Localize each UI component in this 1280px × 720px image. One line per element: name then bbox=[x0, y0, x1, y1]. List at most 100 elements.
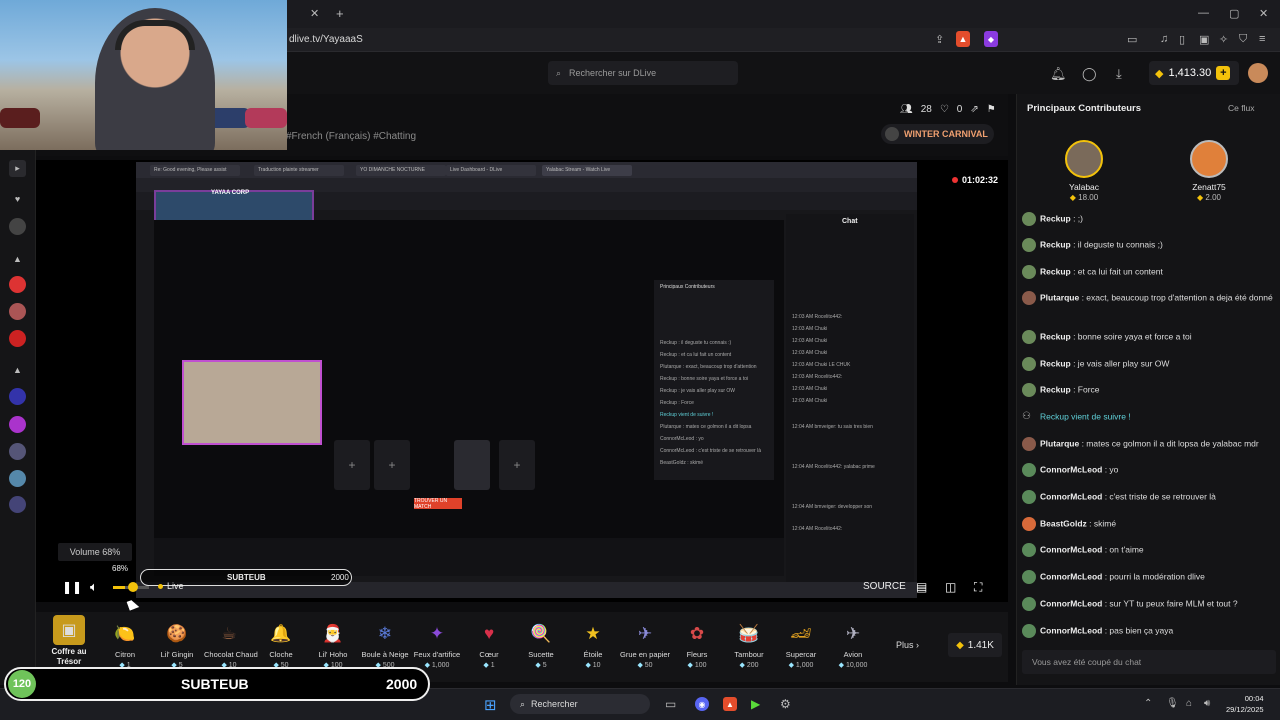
tray-chevron-icon[interactable]: ⌃ bbox=[1144, 698, 1152, 709]
minimize-button[interactable]: — bbox=[1198, 7, 1209, 19]
contributor-card[interactable]: Zenatt75 ◆ 2.00 bbox=[1174, 140, 1244, 202]
gift-item[interactable]: ♥ Cœur ◆ 1 bbox=[464, 620, 514, 669]
chat-username[interactable]: ConnorMcLeod bbox=[1040, 625, 1102, 635]
avatar[interactable] bbox=[1022, 463, 1036, 477]
channel-avatar[interactable] bbox=[9, 388, 26, 405]
volume-slider-handle[interactable] bbox=[128, 582, 138, 592]
gift-item[interactable]: 🍭 Sucette ◆ 5 bbox=[516, 620, 566, 669]
quality-selector[interactable]: SOURCE bbox=[863, 581, 906, 592]
more-gifts-button[interactable]: Plus › bbox=[896, 640, 919, 650]
avatar[interactable] bbox=[1022, 570, 1036, 584]
avatar[interactable] bbox=[1022, 330, 1036, 344]
chat-username[interactable]: Reckup bbox=[1040, 384, 1071, 394]
ai-icon[interactable]: ✧ bbox=[1219, 33, 1228, 46]
gift-item[interactable]: ☕ Chocolat Chaud ◆ 10 bbox=[204, 620, 258, 669]
gift-item[interactable]: 🏎 Supercar ◆ 1,000 bbox=[776, 620, 826, 669]
network-icon[interactable]: ⌂ bbox=[1186, 698, 1192, 709]
gift-item[interactable]: 🎅 Lil' Hoho ◆ 100 bbox=[308, 620, 358, 669]
chat-username[interactable]: ConnorMcLeod bbox=[1040, 544, 1102, 554]
gift-item[interactable]: ✈ Avion ◆ 10,000 bbox=[828, 620, 878, 669]
avatar[interactable] bbox=[1022, 383, 1036, 397]
like-icon[interactable]: ♡ bbox=[940, 104, 949, 115]
music-icon[interactable]: ♫ bbox=[1160, 33, 1168, 45]
maximize-button[interactable]: ▢ bbox=[1229, 7, 1239, 20]
chat-username[interactable]: ConnorMcLeod bbox=[1040, 491, 1102, 501]
theater-icon[interactable]: ▤ bbox=[916, 580, 927, 594]
rewards-icon[interactable]: ◆ bbox=[984, 31, 998, 47]
fire-icon[interactable]: ▲ bbox=[9, 361, 26, 378]
live-indicator[interactable]: Live bbox=[158, 581, 184, 591]
avatar[interactable] bbox=[1022, 624, 1036, 638]
chat-username[interactable]: Reckup bbox=[1040, 331, 1071, 341]
avatar[interactable] bbox=[1022, 543, 1036, 557]
contrib-period-selector[interactable]: Ce flux bbox=[1228, 103, 1254, 113]
url-text[interactable]: dlive.tv/YayaaaS bbox=[289, 34, 363, 45]
share-icon[interactable]: ⇪ bbox=[935, 33, 944, 46]
channel-avatar[interactable] bbox=[9, 218, 26, 235]
chat-username[interactable]: Reckup bbox=[1040, 266, 1071, 276]
brave-icon[interactable]: ▲ bbox=[723, 697, 737, 711]
avatar[interactable] bbox=[1248, 63, 1268, 83]
channel-avatar[interactable] bbox=[9, 496, 26, 513]
task-view-icon[interactable]: ▭ bbox=[665, 697, 676, 711]
avatar[interactable] bbox=[1022, 597, 1036, 611]
settings-icon[interactable]: ⚙ bbox=[780, 697, 791, 711]
sidebar-toggle-icon[interactable]: ◫ bbox=[945, 580, 956, 594]
gift-item[interactable]: 🔔 Cloche ◆ 50 bbox=[256, 620, 306, 669]
new-tab-button[interactable]: + bbox=[336, 6, 344, 21]
taskbar-search[interactable]: ⌕ Rechercher bbox=[510, 694, 650, 714]
volume-icon[interactable]: 🔈︎ bbox=[90, 579, 98, 595]
avatar[interactable] bbox=[1022, 265, 1036, 279]
reader-icon[interactable]: ▭ bbox=[1127, 33, 1137, 46]
wallet-icon[interactable]: ▣ bbox=[1199, 33, 1209, 46]
chat-username[interactable]: Reckup bbox=[1040, 358, 1071, 368]
fire-icon[interactable]: ▲ bbox=[9, 250, 26, 267]
share-icon[interactable]: ⇗ bbox=[970, 104, 978, 115]
channel-avatar[interactable] bbox=[9, 416, 26, 433]
bell-icon[interactable]: 🔔︎ bbox=[1050, 66, 1067, 82]
chat-username[interactable]: ConnorMcLeod bbox=[1040, 571, 1102, 581]
gift-item[interactable]: 🥁 Tambour ◆ 200 bbox=[724, 620, 774, 669]
gift-item[interactable]: ❄ Boule à Neige ◆ 500 bbox=[360, 620, 410, 669]
avatar[interactable] bbox=[1022, 238, 1036, 252]
gift-balance[interactable]: ◆ 1.41K bbox=[948, 633, 1002, 657]
winter-carnival-badge[interactable]: WINTER CARNIVAL bbox=[881, 124, 994, 144]
close-window-button[interactable]: ✕ bbox=[1259, 7, 1268, 20]
microphone-icon[interactable]: 🎙︎ bbox=[1166, 698, 1179, 709]
channel-avatar[interactable] bbox=[9, 303, 26, 320]
message-icon[interactable]: ◯ bbox=[1082, 66, 1097, 82]
avatar[interactable] bbox=[1022, 357, 1036, 371]
add-funds-button[interactable]: + bbox=[1216, 66, 1231, 80]
chat-username[interactable]: Plutarque bbox=[1040, 292, 1079, 302]
avatar[interactable] bbox=[1022, 490, 1036, 504]
menu-icon[interactable]: ≡ bbox=[1259, 33, 1265, 45]
avatar[interactable] bbox=[1022, 291, 1036, 305]
chat-username[interactable]: Reckup bbox=[1040, 239, 1071, 249]
taskbar-clock[interactable]: 00:04 29/12/2025 bbox=[1226, 693, 1264, 715]
flag-icon[interactable]: ⚑ bbox=[987, 104, 996, 115]
channel-avatar[interactable] bbox=[9, 330, 26, 347]
avatar[interactable] bbox=[1022, 517, 1036, 531]
channel-avatar[interactable] bbox=[9, 470, 26, 487]
chat-username[interactable]: ConnorMcLeod bbox=[1040, 464, 1102, 474]
sidebar-icon[interactable]: ▯ bbox=[1179, 33, 1185, 46]
gift-item[interactable]: 🍋 Citron ◆ 1 bbox=[100, 620, 150, 669]
avatar[interactable] bbox=[1022, 437, 1036, 451]
chat-username[interactable]: Reckup bbox=[1040, 213, 1071, 223]
channel-avatar[interactable] bbox=[9, 276, 26, 293]
gift-item[interactable]: 🍪 Lil' Gingin ◆ 5 bbox=[152, 620, 202, 669]
chat-username[interactable]: BeastGoldz bbox=[1040, 518, 1087, 528]
pause-button[interactable]: ❚❚ bbox=[62, 580, 82, 594]
tab-close-icon[interactable]: ✕ bbox=[310, 7, 319, 20]
contributor-card[interactable]: Yalabac ◆ 18.00 bbox=[1049, 140, 1119, 202]
gift-item[interactable]: ✦ Feux d'artifice ◆ 1,000 bbox=[412, 620, 462, 669]
kick-icon[interactable]: ▶ bbox=[751, 697, 760, 711]
gift-item[interactable]: ★ Étoile ◆ 10 bbox=[568, 620, 618, 669]
windows-start-icon[interactable]: ⊞ bbox=[484, 696, 497, 714]
wallet-balance[interactable]: ◆ 1,413.30 + bbox=[1149, 61, 1239, 85]
sidebar-toggle-icon[interactable]: ▸ bbox=[9, 160, 26, 177]
heart-icon[interactable]: ♥ bbox=[9, 190, 26, 207]
download-icon[interactable]: ⤓ bbox=[1116, 66, 1122, 82]
fullscreen-icon[interactable]: ⛶ bbox=[974, 580, 982, 595]
chat-username[interactable]: Plutarque bbox=[1040, 438, 1079, 448]
